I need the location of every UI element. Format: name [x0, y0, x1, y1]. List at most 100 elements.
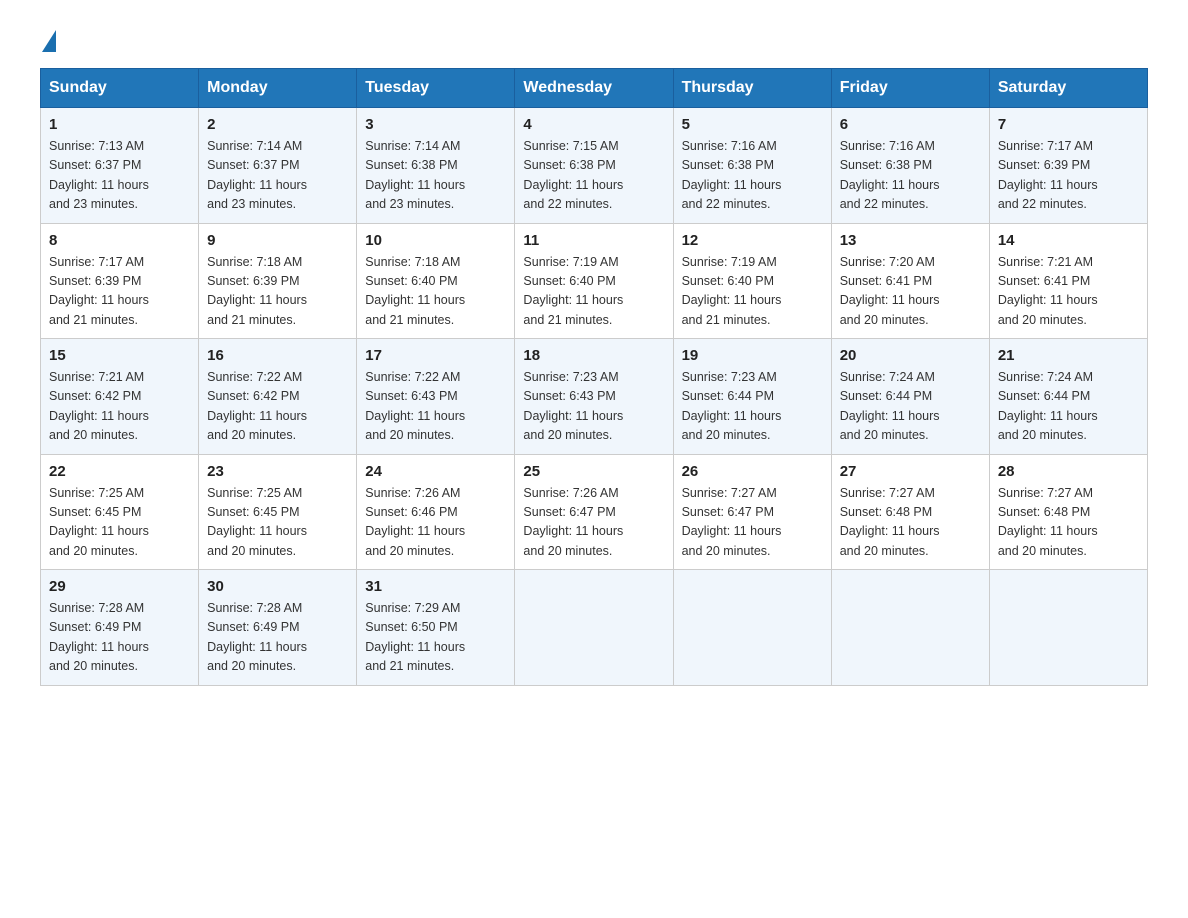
calendar-cell: [515, 570, 673, 686]
day-number: 5: [682, 116, 823, 133]
calendar-cell: 7Sunrise: 7:17 AMSunset: 6:39 PMDaylight…: [989, 108, 1147, 224]
calendar-cell: 15 Sunrise: 7:21 AMSunset: 6:42 PMDayligh…: [41, 339, 199, 455]
day-sun-info: Sunrise: 7:23 AMSunset: 6:43 PMDaylight:…: [523, 368, 664, 446]
day-number: 14: [998, 232, 1139, 249]
calendar-cell: 3Sunrise: 7:14 AMSunset: 6:38 PMDaylight…: [357, 108, 515, 224]
calendar-cell: 20 Sunrise: 7:24 AMSunset: 6:44 PMDayligh…: [831, 339, 989, 455]
weekday-header-tuesday: Tuesday: [357, 69, 515, 108]
calendar-cell: 1 Sunrise: 7:13 AMSunset: 6:37 PMDaylight…: [41, 108, 199, 224]
weekday-header-friday: Friday: [831, 69, 989, 108]
calendar-cell: [831, 570, 989, 686]
calendar-cell: 5 Sunrise: 7:16 AMSunset: 6:38 PMDaylight…: [673, 108, 831, 224]
day-sun-info: Sunrise: 7:16 AMSunset: 6:38 PMDaylight:…: [840, 137, 981, 215]
weekday-header-thursday: Thursday: [673, 69, 831, 108]
logo: [40, 30, 58, 48]
day-sun-info: Sunrise: 7:21 AMSunset: 6:41 PMDaylight:…: [998, 253, 1139, 331]
day-sun-info: Sunrise: 7:13 AMSunset: 6:37 PMDaylight:…: [49, 137, 190, 215]
day-number: 1: [49, 116, 190, 133]
calendar-week-row: 8 Sunrise: 7:17 AMSunset: 6:39 PMDaylight…: [41, 223, 1148, 339]
calendar-cell: 29 Sunrise: 7:28 AMSunset: 6:49 PMDayligh…: [41, 570, 199, 686]
day-number: 11: [523, 232, 664, 249]
calendar-cell: 26 Sunrise: 7:27 AMSunset: 6:47 PMDayligh…: [673, 454, 831, 570]
day-sun-info: Sunrise: 7:27 AMSunset: 6:48 PMDaylight:…: [840, 484, 981, 562]
day-number: 15: [49, 347, 190, 364]
calendar-week-row: 29 Sunrise: 7:28 AMSunset: 6:49 PMDayligh…: [41, 570, 1148, 686]
day-sun-info: Sunrise: 7:19 AMSunset: 6:40 PMDaylight:…: [682, 253, 823, 331]
day-sun-info: Sunrise: 7:19 AMSunset: 6:40 PMDaylight:…: [523, 253, 664, 331]
day-sun-info: Sunrise: 7:16 AMSunset: 6:38 PMDaylight:…: [682, 137, 823, 215]
day-sun-info: Sunrise: 7:24 AMSunset: 6:44 PMDaylight:…: [998, 368, 1139, 446]
day-sun-info: Sunrise: 7:26 AMSunset: 6:46 PMDaylight:…: [365, 484, 506, 562]
day-number: 25: [523, 463, 664, 480]
calendar-cell: 8 Sunrise: 7:17 AMSunset: 6:39 PMDaylight…: [41, 223, 199, 339]
page-header: [40, 30, 1148, 48]
calendar-cell: 2 Sunrise: 7:14 AMSunset: 6:37 PMDaylight…: [199, 108, 357, 224]
day-number: 31: [365, 578, 506, 595]
day-sun-info: Sunrise: 7:23 AMSunset: 6:44 PMDaylight:…: [682, 368, 823, 446]
calendar-week-row: 15 Sunrise: 7:21 AMSunset: 6:42 PMDayligh…: [41, 339, 1148, 455]
calendar-cell: 10 Sunrise: 7:18 AMSunset: 6:40 PMDayligh…: [357, 223, 515, 339]
calendar-cell: 11 Sunrise: 7:19 AMSunset: 6:40 PMDayligh…: [515, 223, 673, 339]
calendar-cell: 4 Sunrise: 7:15 AMSunset: 6:38 PMDaylight…: [515, 108, 673, 224]
day-sun-info: Sunrise: 7:17 AMSunset: 6:39 PMDaylight:…: [49, 253, 190, 331]
day-number: 6: [840, 116, 981, 133]
day-number: 18: [523, 347, 664, 364]
day-number: 23: [207, 463, 348, 480]
day-number: 20: [840, 347, 981, 364]
calendar-cell: 14 Sunrise: 7:21 AMSunset: 6:41 PMDayligh…: [989, 223, 1147, 339]
calendar-cell: 16Sunrise: 7:22 AMSunset: 6:42 PMDayligh…: [199, 339, 357, 455]
day-sun-info: Sunrise: 7:17 AMSunset: 6:39 PMDaylight:…: [998, 137, 1139, 215]
day-sun-info: Sunrise: 7:15 AMSunset: 6:38 PMDaylight:…: [523, 137, 664, 215]
day-number: 9: [207, 232, 348, 249]
logo-triangle-icon: [42, 30, 56, 52]
day-sun-info: Sunrise: 7:18 AMSunset: 6:40 PMDaylight:…: [365, 253, 506, 331]
day-number: 8: [49, 232, 190, 249]
day-sun-info: Sunrise: 7:14 AMSunset: 6:37 PMDaylight:…: [207, 137, 348, 215]
day-number: 30: [207, 578, 348, 595]
day-sun-info: Sunrise: 7:18 AMSunset: 6:39 PMDaylight:…: [207, 253, 348, 331]
day-number: 12: [682, 232, 823, 249]
calendar-table: SundayMondayTuesdayWednesdayThursdayFrid…: [40, 68, 1148, 686]
day-sun-info: Sunrise: 7:20 AMSunset: 6:41 PMDaylight:…: [840, 253, 981, 331]
weekday-header-sunday: Sunday: [41, 69, 199, 108]
calendar-cell: 19Sunrise: 7:23 AMSunset: 6:44 PMDayligh…: [673, 339, 831, 455]
calendar-cell: 27 Sunrise: 7:27 AMSunset: 6:48 PMDayligh…: [831, 454, 989, 570]
day-number: 28: [998, 463, 1139, 480]
day-number: 22: [49, 463, 190, 480]
calendar-cell: 22 Sunrise: 7:25 AMSunset: 6:45 PMDayligh…: [41, 454, 199, 570]
day-sun-info: Sunrise: 7:26 AMSunset: 6:47 PMDaylight:…: [523, 484, 664, 562]
day-sun-info: Sunrise: 7:21 AMSunset: 6:42 PMDaylight:…: [49, 368, 190, 446]
calendar-cell: 31 Sunrise: 7:29 AMSunset: 6:50 PMDayligh…: [357, 570, 515, 686]
day-sun-info: Sunrise: 7:22 AMSunset: 6:42 PMDaylight:…: [207, 368, 348, 446]
day-sun-info: Sunrise: 7:27 AMSunset: 6:47 PMDaylight:…: [682, 484, 823, 562]
day-number: 17: [365, 347, 506, 364]
day-number: 27: [840, 463, 981, 480]
day-sun-info: Sunrise: 7:28 AMSunset: 6:49 PMDaylight:…: [207, 599, 348, 677]
day-number: 4: [523, 116, 664, 133]
day-sun-info: Sunrise: 7:22 AMSunset: 6:43 PMDaylight:…: [365, 368, 506, 446]
calendar-cell: [673, 570, 831, 686]
calendar-cell: 12 Sunrise: 7:19 AMSunset: 6:40 PMDayligh…: [673, 223, 831, 339]
day-number: 29: [49, 578, 190, 595]
calendar-cell: 28Sunrise: 7:27 AMSunset: 6:48 PMDayligh…: [989, 454, 1147, 570]
day-number: 2: [207, 116, 348, 133]
calendar-cell: 13Sunrise: 7:20 AMSunset: 6:41 PMDayligh…: [831, 223, 989, 339]
day-sun-info: Sunrise: 7:24 AMSunset: 6:44 PMDaylight:…: [840, 368, 981, 446]
day-sun-info: Sunrise: 7:25 AMSunset: 6:45 PMDaylight:…: [49, 484, 190, 562]
calendar-week-row: 1 Sunrise: 7:13 AMSunset: 6:37 PMDaylight…: [41, 108, 1148, 224]
day-sun-info: Sunrise: 7:29 AMSunset: 6:50 PMDaylight:…: [365, 599, 506, 677]
day-sun-info: Sunrise: 7:25 AMSunset: 6:45 PMDaylight:…: [207, 484, 348, 562]
day-sun-info: Sunrise: 7:14 AMSunset: 6:38 PMDaylight:…: [365, 137, 506, 215]
calendar-cell: 21Sunrise: 7:24 AMSunset: 6:44 PMDayligh…: [989, 339, 1147, 455]
weekday-header-row: SundayMondayTuesdayWednesdayThursdayFrid…: [41, 69, 1148, 108]
weekday-header-saturday: Saturday: [989, 69, 1147, 108]
day-number: 26: [682, 463, 823, 480]
calendar-week-row: 22 Sunrise: 7:25 AMSunset: 6:45 PMDayligh…: [41, 454, 1148, 570]
day-number: 10: [365, 232, 506, 249]
calendar-cell: 24Sunrise: 7:26 AMSunset: 6:46 PMDayligh…: [357, 454, 515, 570]
calendar-cell: 6 Sunrise: 7:16 AMSunset: 6:38 PMDaylight…: [831, 108, 989, 224]
calendar-cell: 18 Sunrise: 7:23 AMSunset: 6:43 PMDayligh…: [515, 339, 673, 455]
calendar-cell: 23 Sunrise: 7:25 AMSunset: 6:45 PMDayligh…: [199, 454, 357, 570]
weekday-header-monday: Monday: [199, 69, 357, 108]
day-sun-info: Sunrise: 7:28 AMSunset: 6:49 PMDaylight:…: [49, 599, 190, 677]
